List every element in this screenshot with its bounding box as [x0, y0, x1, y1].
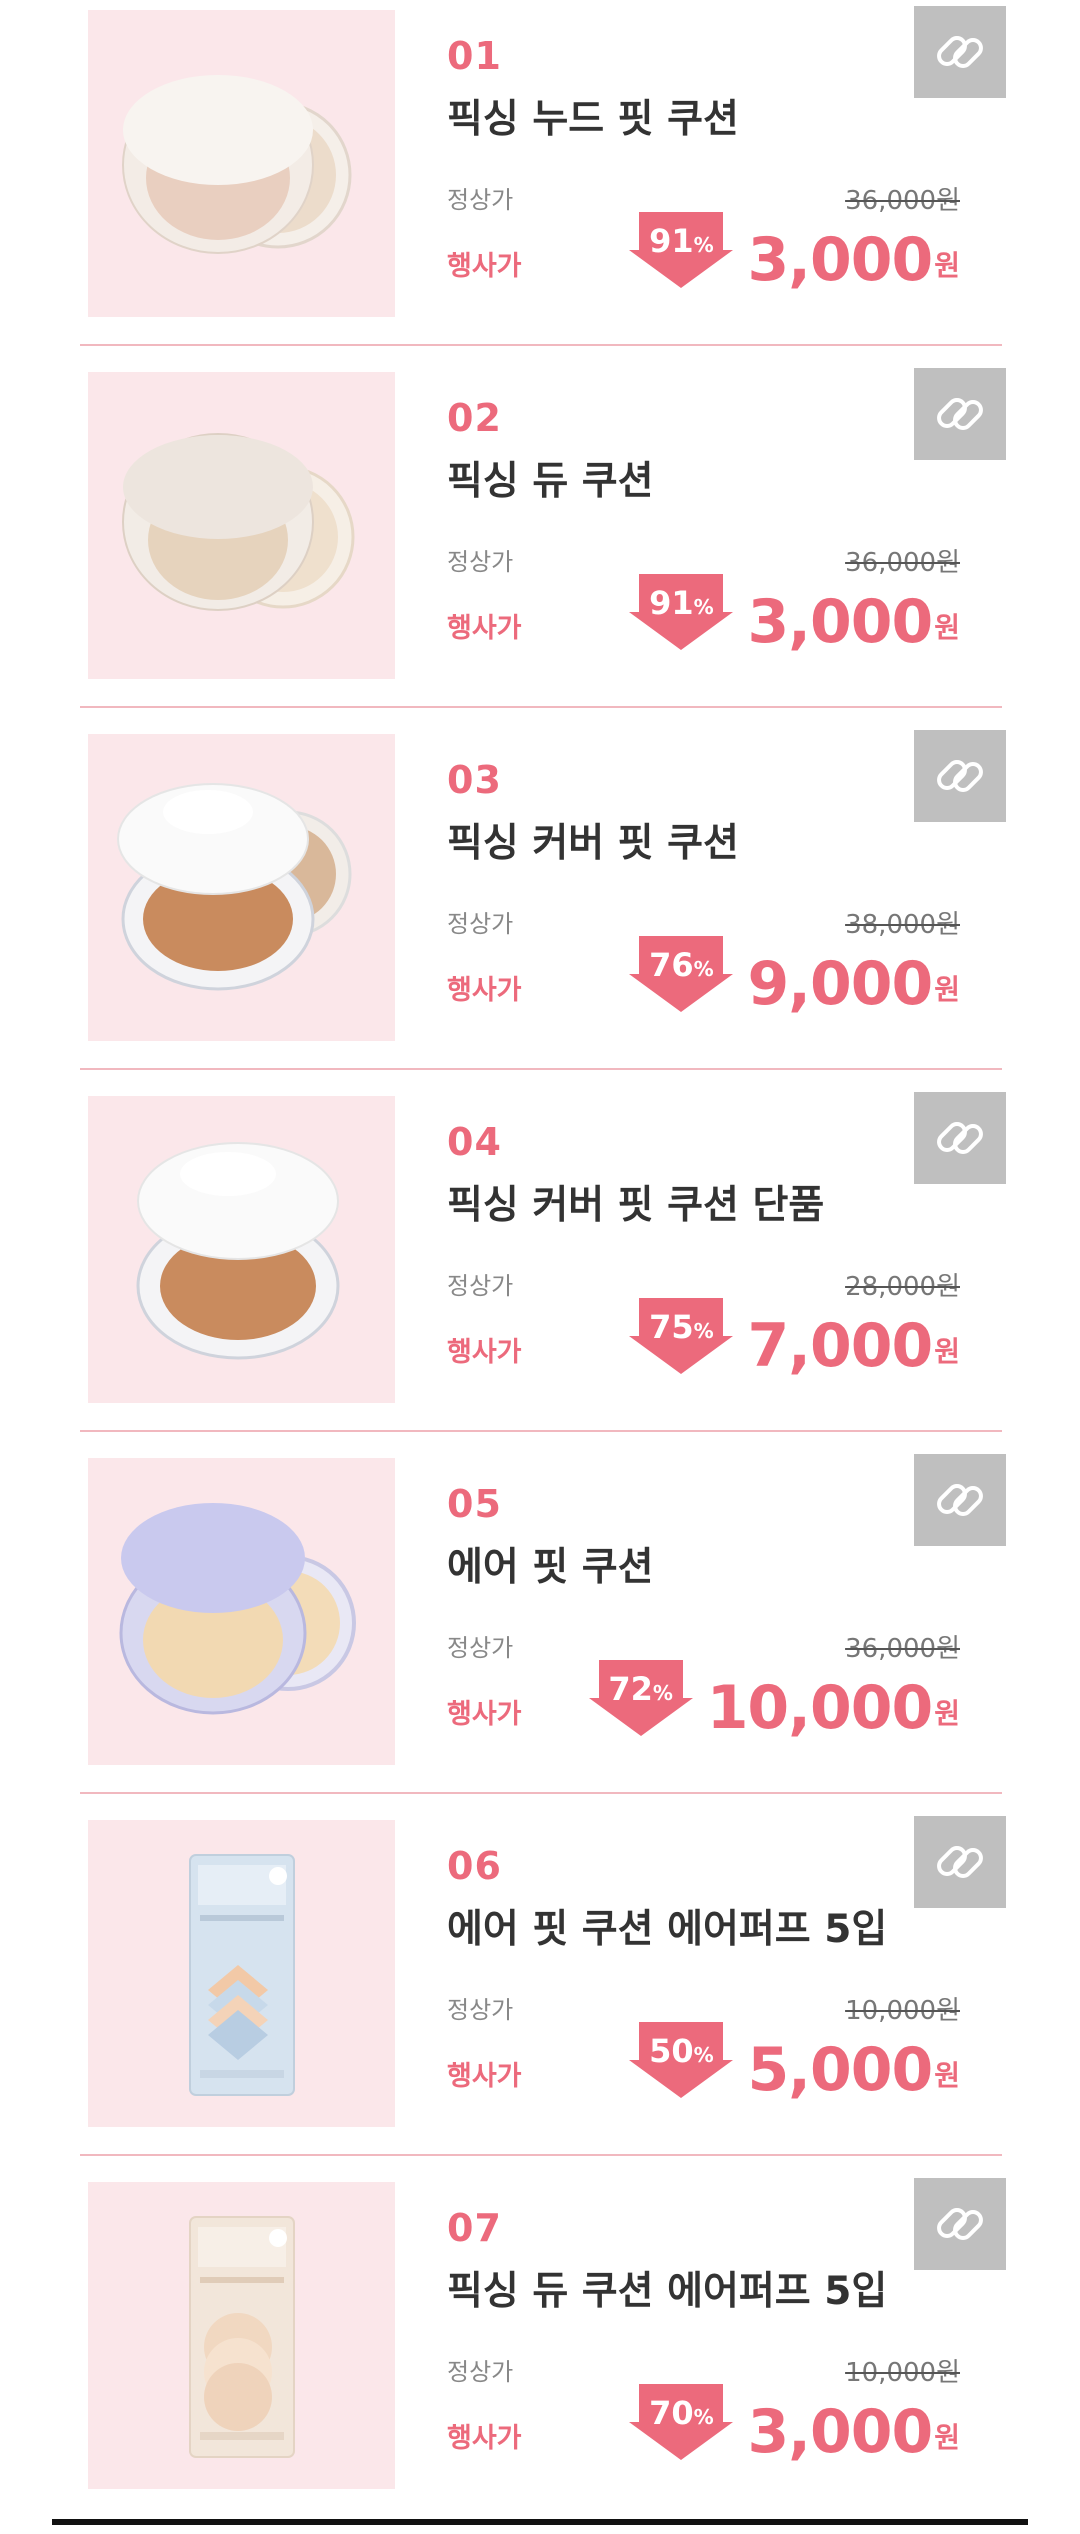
link-icon — [937, 36, 983, 68]
cushion-compact-icon — [122, 75, 352, 254]
sale-price-label: 행사가 — [447, 2423, 522, 2454]
product-name[interactable]: 픽싱 커버 핏 쿠션 단품 — [447, 1174, 824, 1230]
divider — [80, 1068, 1002, 1070]
discount-badge: 75% — [629, 1298, 734, 1374]
link-icon — [937, 1846, 983, 1878]
product-item[interactable]: 02 픽싱 듀 쿠션 정상가 행사가 36,000원 91% 3,000 원 — [0, 362, 1080, 724]
cushion-compact-icon — [122, 433, 355, 611]
product-image[interactable] — [88, 2182, 395, 2489]
regular-price-label: 정상가 — [447, 2358, 514, 2386]
sale-price-group: 91% 3,000 원 — [629, 212, 960, 290]
sale-price: 3,000 — [747, 2397, 933, 2467]
sale-price-label: 행사가 — [447, 975, 522, 1006]
product-name[interactable]: 에어 핏 쿠션 — [447, 1536, 654, 1592]
link-icon — [937, 1484, 983, 1516]
sale-price-group: 91% 3,000 원 — [629, 574, 960, 652]
product-number: 07 — [447, 2206, 502, 2250]
discount-badge: 76% — [629, 936, 734, 1012]
currency-unit: 원 — [934, 611, 960, 644]
regular-price-label: 정상가 — [447, 186, 514, 214]
sale-price: 7,000 — [747, 1311, 933, 1381]
cushion-compact-icon — [119, 1503, 356, 1715]
puff-package-icon — [189, 2216, 295, 2458]
divider — [80, 706, 1002, 708]
link-icon — [937, 2208, 983, 2240]
sale-price: 5,000 — [747, 2035, 933, 2105]
sale-price-label: 행사가 — [447, 1699, 522, 1730]
divider — [80, 1430, 1002, 1432]
sale-price-group: 72% 10,000 원 — [588, 1660, 960, 1743]
sale-price: 10,000 — [706, 1673, 934, 1743]
sale-price: 3,000 — [747, 587, 933, 657]
share-link-button[interactable] — [914, 6, 1006, 98]
regular-price-label: 정상가 — [447, 1272, 514, 1300]
puff-package-icon — [189, 1854, 295, 2096]
share-link-button[interactable] — [914, 730, 1006, 822]
sale-price-label: 행사가 — [447, 251, 522, 282]
product-image[interactable] — [88, 372, 395, 679]
discount-badge: 91% — [629, 212, 734, 288]
regular-price-label: 정상가 — [447, 1634, 514, 1662]
share-link-button[interactable] — [914, 1092, 1006, 1184]
cushion-compact-icon — [117, 783, 352, 991]
product-image[interactable] — [88, 1458, 395, 1765]
product-number: 04 — [447, 1120, 502, 1164]
share-link-button[interactable] — [914, 2178, 1006, 2270]
product-name[interactable]: 에어 핏 쿠션 에어퍼프 5입 — [447, 1898, 887, 1954]
sale-price-group: 50% 5,000 원 — [629, 2022, 960, 2100]
sale-price-label: 행사가 — [447, 613, 522, 644]
product-name[interactable]: 픽싱 듀 쿠션 에어퍼프 5입 — [447, 2260, 887, 2316]
cushion-compact-icon — [136, 1142, 340, 1360]
product-image[interactable] — [88, 1820, 395, 2127]
product-number: 01 — [447, 34, 502, 78]
sale-price-label: 행사가 — [447, 1337, 522, 1368]
sale-price-group: 76% 9,000 원 — [629, 936, 960, 1014]
currency-unit: 원 — [934, 973, 960, 1006]
product-image[interactable] — [88, 734, 395, 1041]
product-number: 05 — [447, 1482, 502, 1526]
divider — [80, 2154, 1002, 2156]
product-number: 03 — [447, 758, 502, 802]
product-item[interactable]: 07 픽싱 듀 쿠션 에어퍼프 5입 정상가 행사가 10,000원 70% 3… — [0, 2172, 1080, 2534]
bottom-border — [52, 2519, 1028, 2525]
sale-price: 9,000 — [747, 949, 933, 1019]
product-item[interactable]: 03 픽싱 커버 핏 쿠션 정상가 행사가 38,000원 76% 9,000 … — [0, 724, 1080, 1086]
currency-unit: 원 — [934, 1697, 960, 1730]
product-image[interactable] — [88, 1096, 395, 1403]
product-item[interactable]: 06 에어 핏 쿠션 에어퍼프 5입 정상가 행사가 10,000원 50% 5… — [0, 1810, 1080, 2172]
regular-price-label: 정상가 — [447, 548, 514, 576]
link-icon — [937, 760, 983, 792]
divider — [80, 1792, 1002, 1794]
regular-price-label: 정상가 — [447, 1996, 514, 2024]
product-image[interactable] — [88, 10, 395, 317]
product-item[interactable]: 04 픽싱 커버 핏 쿠션 단품 정상가 행사가 28,000원 75% 7,0… — [0, 1086, 1080, 1448]
sale-price-group: 75% 7,000 원 — [629, 1298, 960, 1376]
divider — [80, 344, 1002, 346]
share-link-button[interactable] — [914, 1454, 1006, 1546]
sale-price-label: 행사가 — [447, 2061, 522, 2092]
discount-badge: 72% — [588, 1660, 693, 1736]
regular-price-label: 정상가 — [447, 910, 514, 938]
sale-price: 3,000 — [747, 225, 933, 295]
share-link-button[interactable] — [914, 1816, 1006, 1908]
product-name[interactable]: 픽싱 듀 쿠션 — [447, 450, 654, 506]
link-icon — [937, 1122, 983, 1154]
product-number: 06 — [447, 1844, 502, 1888]
product-item[interactable]: 05 에어 핏 쿠션 정상가 행사가 36,000원 72% 10,000 원 — [0, 1448, 1080, 1810]
product-name[interactable]: 픽싱 누드 핏 쿠션 — [447, 88, 739, 144]
discount-badge: 70% — [629, 2384, 734, 2460]
product-number: 02 — [447, 396, 502, 440]
discount-badge: 50% — [629, 2022, 734, 2098]
currency-unit: 원 — [934, 2421, 960, 2454]
share-link-button[interactable] — [914, 368, 1006, 460]
link-icon — [937, 398, 983, 430]
product-item[interactable]: 01 픽싱 누드 핏 쿠션 정상가 행사가 36,000원 91% 3,000 … — [0, 0, 1080, 362]
product-name[interactable]: 픽싱 커버 핏 쿠션 — [447, 812, 739, 868]
currency-unit: 원 — [934, 1335, 960, 1368]
sale-price-group: 70% 3,000 원 — [629, 2384, 960, 2462]
currency-unit: 원 — [934, 2059, 960, 2092]
discount-badge: 91% — [629, 574, 734, 650]
currency-unit: 원 — [934, 249, 960, 282]
